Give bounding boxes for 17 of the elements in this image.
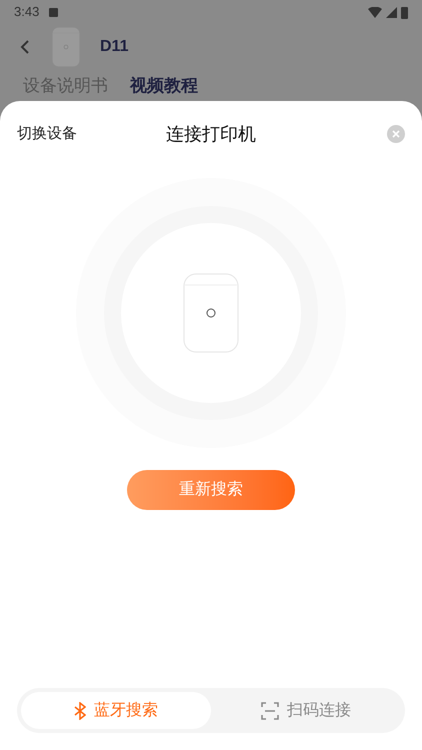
close-icon — [392, 130, 400, 138]
printer-drawing — [52, 27, 80, 67]
switch-device-link[interactable]: 切换设备 — [17, 122, 77, 146]
device-name: D11 — [100, 37, 128, 57]
scan-icon — [261, 702, 279, 720]
mode-tab[interactable]: 扫码连接 — [211, 692, 401, 729]
battery-icon — [401, 6, 408, 18]
back-icon — [20, 39, 30, 55]
signal-icon — [386, 6, 397, 18]
research-button[interactable]: 重新搜索 — [127, 470, 295, 510]
status-time: 3:43 — [14, 3, 40, 22]
wifi-icon — [368, 6, 382, 18]
sheet-title: 连接打印机 — [166, 122, 256, 146]
page-tab[interactable]: 视频教程 — [130, 76, 198, 96]
bluetooth-icon — [74, 702, 86, 720]
mode-tab[interactable]: 蓝牙搜索 — [21, 692, 211, 729]
notification-icon — [49, 8, 58, 16]
